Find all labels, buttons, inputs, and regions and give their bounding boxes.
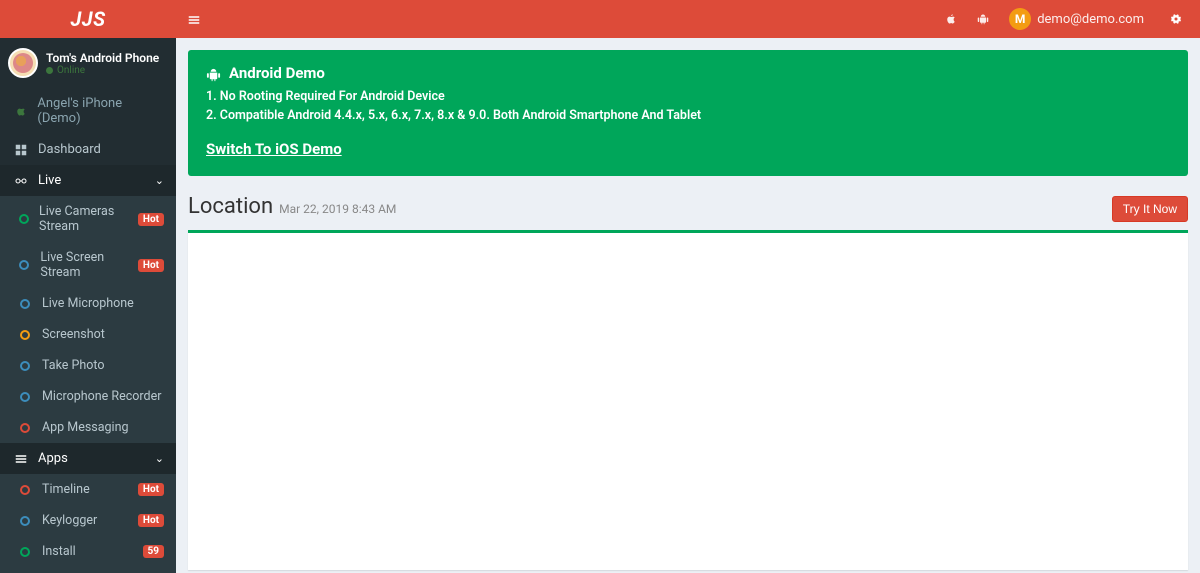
device-name: Tom's Android Phone xyxy=(46,51,168,65)
info-banner-title: Android Demo xyxy=(206,64,1170,82)
sidebar-item-label: Screenshot xyxy=(42,327,105,342)
badge: Hot xyxy=(138,514,164,527)
device-status: Online xyxy=(46,65,168,76)
sidebar-group-live[interactable]: Live ⌄ xyxy=(0,165,176,196)
sidebar-item-label: Angel's iPhone (Demo) xyxy=(37,96,164,126)
circle-icon xyxy=(16,423,34,433)
sidebar-group-apps[interactable]: Apps ⌄ xyxy=(0,443,176,474)
sidebar-sub-item[interactable]: Microphone Recorder xyxy=(0,381,176,412)
badge: Hot xyxy=(138,483,164,496)
info-line-2: 2. Compatible Android 4.4.x, 5.x, 6.x, 7… xyxy=(206,107,1170,126)
apple-icon xyxy=(12,105,29,117)
try-it-now-button[interactable]: Try It Now xyxy=(1112,196,1188,222)
user-menu[interactable]: M demo@demo.com xyxy=(999,8,1160,30)
circle-icon xyxy=(16,260,32,270)
android-icon[interactable] xyxy=(967,11,999,27)
main-content: Android Demo 1. No Rooting Required For … xyxy=(176,38,1200,573)
sidebar-sub-item[interactable]: Screenshot xyxy=(0,319,176,350)
sidebar-sub-item[interactable]: App Messaging xyxy=(0,412,176,443)
menu-toggle-button[interactable] xyxy=(176,10,212,28)
apple-icon[interactable] xyxy=(935,11,967,27)
sidebar-item-label: Install xyxy=(42,544,76,559)
user-panel: Tom's Android Phone Online xyxy=(0,38,176,88)
sidebar-group-label: Live xyxy=(38,173,61,188)
sidebar-item-label: Live Microphone xyxy=(42,296,134,311)
sidebar-sub-item[interactable]: Live Cameras StreamHot xyxy=(0,196,176,242)
avatar: M xyxy=(1009,8,1031,30)
sidebar-item-label: Live Screen Stream xyxy=(40,250,137,280)
sidebar-sub-item[interactable]: Live Screen StreamHot xyxy=(0,242,176,288)
circle-icon xyxy=(16,330,34,340)
live-icon xyxy=(12,175,30,187)
topbar: JJS M demo@demo.com xyxy=(0,0,1200,38)
sidebar-sub-item[interactable]: Take Photo xyxy=(0,350,176,381)
badge: 59 xyxy=(143,545,164,558)
circle-icon xyxy=(16,516,34,526)
page-title: Location xyxy=(188,194,273,219)
page-header: Location Mar 22, 2019 8:43 AM Try It Now xyxy=(188,194,1188,222)
circle-icon xyxy=(16,214,31,224)
settings-icon[interactable] xyxy=(1160,11,1192,27)
sidebar-item-label: Keylogger xyxy=(42,513,97,528)
sidebar-sub-item[interactable]: Live Microphone xyxy=(0,288,176,319)
info-line-1: 1. No Rooting Required For Android Devic… xyxy=(206,88,1170,107)
sidebar-group-label: Apps xyxy=(38,451,68,466)
sidebar-live-submenu: Live Cameras StreamHotLive Screen Stream… xyxy=(0,196,176,443)
chevron-down-icon: ⌄ xyxy=(155,174,164,187)
device-avatar xyxy=(8,48,38,78)
switch-demo-link[interactable]: Switch To iOS Demo xyxy=(206,140,342,158)
info-banner: Android Demo 1. No Rooting Required For … xyxy=(188,50,1188,176)
sidebar-item-label: Microphone Recorder xyxy=(42,389,161,404)
sidebar-apps-submenu: Timeline Hot Keylogger Hot Install 59 Activity… xyxy=(0,474,176,573)
sidebar-sub-item[interactable]: Activity59 xyxy=(0,567,176,573)
user-email: demo@demo.com xyxy=(1037,12,1144,27)
chevron-down-icon: ⌄ xyxy=(155,452,164,465)
sidebar-item-dashboard[interactable]: Dashboard xyxy=(0,134,176,165)
sidebar: Tom's Android Phone Online Angel's iPhon… xyxy=(0,38,176,573)
sidebar-sub-item[interactable]: Timeline Hot xyxy=(0,474,176,505)
sidebar-item-label: Live Cameras Stream xyxy=(39,204,138,234)
circle-icon xyxy=(16,299,34,309)
page-subtitle: Mar 22, 2019 8:43 AM xyxy=(279,202,396,216)
circle-icon xyxy=(16,392,34,402)
sidebar-item-label: Dashboard xyxy=(38,142,101,157)
sidebar-item-label: App Messaging xyxy=(42,420,129,435)
sidebar-sub-item[interactable]: Install 59 xyxy=(0,536,176,567)
sidebar-sub-item[interactable]: Keylogger Hot xyxy=(0,505,176,536)
android-icon xyxy=(206,64,221,82)
circle-icon xyxy=(16,361,34,371)
sidebar-item-label: Take Photo xyxy=(42,358,105,373)
circle-icon xyxy=(16,547,34,557)
device-info: Tom's Android Phone Online xyxy=(46,51,168,76)
circle-icon xyxy=(16,485,34,495)
badge: Hot xyxy=(138,259,164,272)
brand-logo[interactable]: JJS xyxy=(0,7,176,31)
sidebar-item-label: Timeline xyxy=(42,482,90,497)
dashboard-icon xyxy=(12,144,30,156)
content-box xyxy=(188,230,1188,570)
topbar-right: M demo@demo.com xyxy=(935,8,1200,30)
apps-icon xyxy=(12,453,30,465)
sidebar-item-angel-iphone[interactable]: Angel's iPhone (Demo) xyxy=(0,88,176,134)
badge: Hot xyxy=(138,213,164,226)
